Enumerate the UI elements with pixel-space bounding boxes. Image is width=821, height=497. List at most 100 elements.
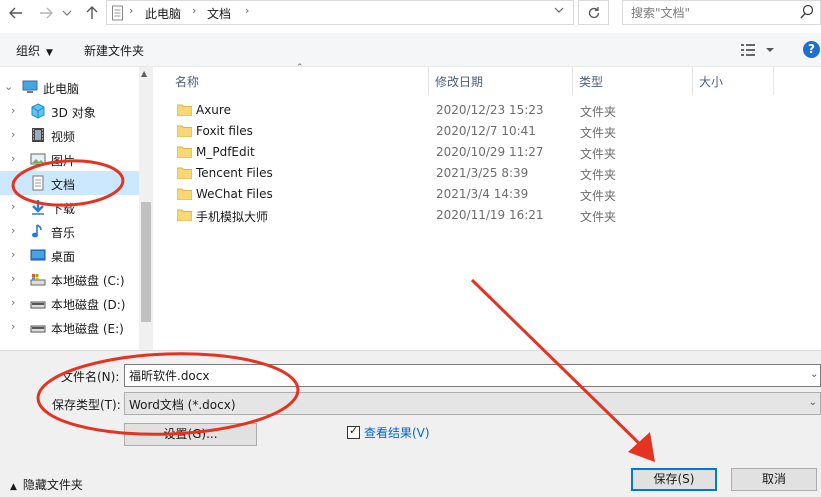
chevron-right-icon[interactable]: › xyxy=(11,224,15,237)
file-row[interactable]: Axure 2020/12/23 15:23 文件夹 xyxy=(173,100,633,121)
nav-item-drive-c[interactable]: › 本地磁盘 (C:) xyxy=(0,267,139,291)
nav-item-label: 图片 xyxy=(51,154,76,168)
column-divider[interactable] xyxy=(773,67,774,95)
chevron-right-icon[interactable]: › xyxy=(11,296,15,309)
nav-item-documents[interactable]: › 文档 xyxy=(0,171,139,195)
view-results-label[interactable]: 查看结果(V) xyxy=(364,424,430,441)
column-divider[interactable] xyxy=(692,67,693,95)
breadcrumb-separator: › xyxy=(245,4,250,17)
nav-item-3d-objects[interactable]: › 3D 对象 xyxy=(0,99,139,123)
column-header-name[interactable]: 名称 xyxy=(175,73,199,90)
document-icon xyxy=(32,175,44,191)
column-divider[interactable] xyxy=(428,67,429,95)
address-history-button[interactable] xyxy=(549,4,569,22)
new-folder-button[interactable]: 新建文件夹 xyxy=(84,42,144,59)
chevron-right-icon[interactable]: › xyxy=(11,176,15,189)
chevron-down-icon[interactable]: ⌄ xyxy=(810,369,818,380)
file-date: 2020/10/29 11:27 xyxy=(436,145,544,159)
nav-scrollbar[interactable]: ▲ xyxy=(139,67,153,350)
nav-item-downloads[interactable]: › 下载 xyxy=(0,195,139,219)
filetype-value: Word文档 (*.docx) xyxy=(129,398,236,412)
view-options-icon[interactable] xyxy=(740,42,780,58)
hide-folders-button[interactable]: ▲ 隐藏文件夹 xyxy=(10,476,83,493)
chevron-right-icon[interactable]: › xyxy=(11,272,15,285)
file-row[interactable]: M_PdfEdit 2020/10/29 11:27 文件夹 xyxy=(173,142,633,163)
file-date: 2021/3/4 14:39 xyxy=(436,187,529,201)
breadcrumb-separator: › xyxy=(129,4,134,17)
column-header-type[interactable]: 类型 xyxy=(579,73,603,90)
forward-button[interactable] xyxy=(36,3,56,23)
nav-item-desktop[interactable]: › 桌面 xyxy=(0,243,139,267)
nav-item-music[interactable]: › 音乐 xyxy=(0,219,139,243)
file-row[interactable]: 手机模拟大师 2020/11/19 16:21 文件夹 xyxy=(173,205,633,226)
file-date: 2020/12/7 10:41 xyxy=(436,124,536,138)
folder-icon xyxy=(177,188,192,200)
hide-folders-label: 隐藏文件夹 xyxy=(22,478,83,492)
chevron-right-icon[interactable]: › xyxy=(11,128,15,141)
address-row: › 此电脑 › 文档 › xyxy=(0,0,821,27)
file-row[interactable]: Tencent Files 2021/3/25 8:39 文件夹 xyxy=(173,163,633,184)
chevron-right-icon[interactable]: › xyxy=(11,248,15,261)
file-type: 文件夹 xyxy=(580,105,617,119)
save-button[interactable]: 保存(S) xyxy=(631,468,717,491)
nav-item-label: 下载 xyxy=(51,202,76,216)
filename-input[interactable] xyxy=(124,364,821,387)
recent-locations-button[interactable] xyxy=(60,3,74,23)
breadcrumb-documents[interactable]: 文档 xyxy=(207,5,231,22)
chevron-right-icon[interactable]: › xyxy=(11,320,15,333)
cancel-button[interactable]: 取消 xyxy=(731,468,817,491)
nav-item-label: 桌面 xyxy=(51,250,76,264)
filetype-select[interactable]: Word文档 (*.docx) ⌄ xyxy=(124,392,821,415)
help-icon[interactable]: ? xyxy=(803,41,820,58)
chevron-down-icon[interactable]: ⌄ xyxy=(4,80,13,93)
save-panel: 文件名(N): ⌄ 保存类型(T): Word文档 (*.docx) ⌄ 设置(… xyxy=(0,350,821,497)
chevron-down-icon xyxy=(62,10,72,16)
breadcrumb-this-pc[interactable]: 此电脑 xyxy=(145,5,181,22)
refresh-button[interactable] xyxy=(578,0,609,25)
file-name: M_PdfEdit xyxy=(196,145,255,159)
folder-icon xyxy=(177,167,192,179)
file-row[interactable]: WeChat Files 2021/3/4 14:39 文件夹 xyxy=(173,184,633,205)
video-icon xyxy=(32,128,44,142)
file-list: ⌃ 名称 修改日期 类型 大小 Axure 2020/12/23 15:23 文… xyxy=(153,63,821,350)
up-button[interactable] xyxy=(82,3,102,23)
back-button[interactable] xyxy=(6,3,26,23)
command-bar: 组织 ▼ 新建文件夹 ? xyxy=(0,33,821,67)
nav-item-label: 文档 xyxy=(51,178,76,192)
documents-location-icon xyxy=(112,5,123,21)
search-input[interactable] xyxy=(631,5,791,21)
chevron-right-icon[interactable]: › xyxy=(11,200,15,213)
checkmark-icon: ✓ xyxy=(349,424,359,437)
nav-item-videos[interactable]: › 视频 xyxy=(0,123,139,147)
file-type: 文件夹 xyxy=(580,126,617,140)
refresh-icon xyxy=(588,6,599,18)
file-row[interactable]: Foxit files 2020/12/7 10:41 文件夹 xyxy=(173,121,633,142)
nav-item-label: 3D 对象 xyxy=(51,106,96,120)
file-name: 手机模拟大师 xyxy=(196,210,269,224)
nav-item-pictures[interactable]: › 图片 xyxy=(0,147,139,171)
drive-icon xyxy=(30,325,46,333)
settings-button[interactable]: 设置(G)... xyxy=(124,423,257,446)
chevron-right-icon[interactable]: › xyxy=(11,152,15,165)
chevron-right-icon[interactable]: › xyxy=(11,104,15,117)
arrow-up-icon xyxy=(86,6,98,19)
download-icon xyxy=(32,200,44,215)
organize-button[interactable]: 组织 ▼ xyxy=(16,42,53,59)
file-name: Axure xyxy=(196,103,231,117)
nav-item-drive-e[interactable]: › 本地磁盘 (E:) xyxy=(0,315,139,339)
search-box[interactable] xyxy=(622,0,821,25)
column-divider[interactable] xyxy=(572,67,573,95)
nav-item-drive-d[interactable]: › 本地磁盘 (D:) xyxy=(0,291,139,315)
nav-item-label: 此电脑 xyxy=(43,82,80,96)
nav-item-label: 本地磁盘 (D:) xyxy=(51,298,126,312)
navigation-pane: ⌄ 此电脑 › 3D 对象 › 视频 › 图片 › 文档 › 下载 › 音乐 ›… xyxy=(0,67,153,350)
address-box[interactable]: › 此电脑 › 文档 › xyxy=(106,0,574,25)
nav-item-this-pc[interactable]: ⌄ 此电脑 xyxy=(0,75,139,99)
view-results-checkbox[interactable]: ✓ xyxy=(347,424,360,439)
scroll-up-icon[interactable]: ▲ xyxy=(141,69,147,78)
column-header-size[interactable]: 大小 xyxy=(699,73,723,90)
caret-down-icon: ▼ xyxy=(46,48,53,58)
scrollbar-thumb[interactable] xyxy=(141,202,151,322)
column-header-date[interactable]: 修改日期 xyxy=(435,73,483,90)
file-name: Tencent Files xyxy=(196,166,273,180)
